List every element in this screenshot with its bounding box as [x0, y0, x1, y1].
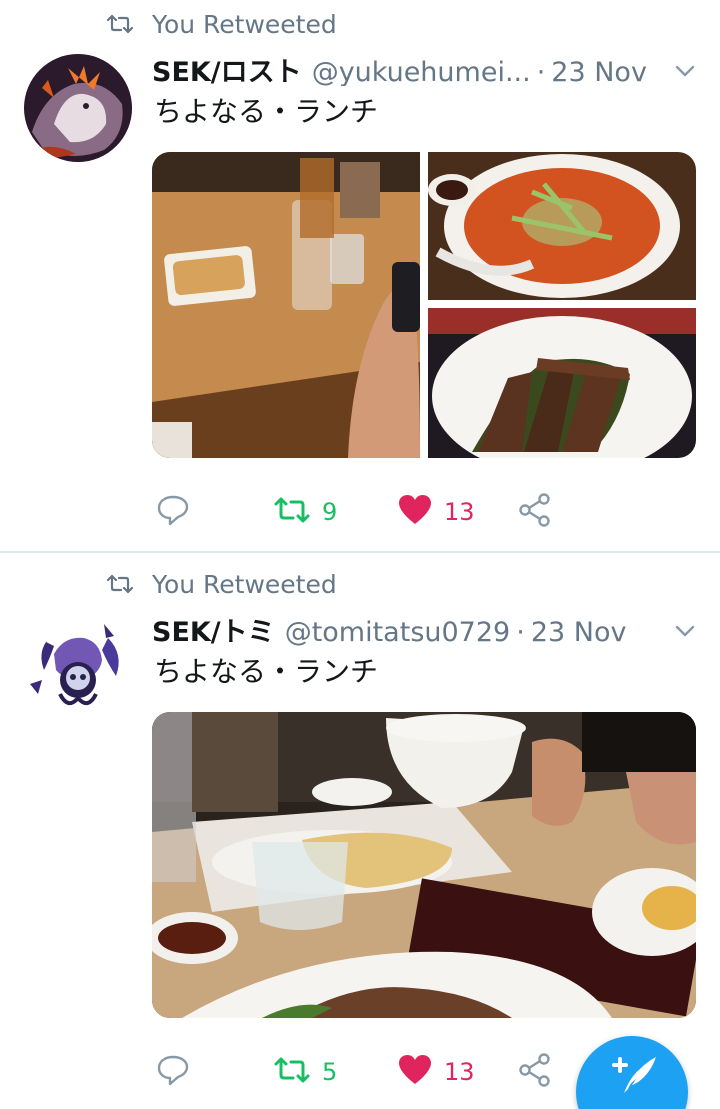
tweet[interactable]: You Retweeted SEK/トミ @tomitatsu0729 · 23…: [0, 553, 720, 1109]
tweet-text: ちよなる・ランチ: [154, 655, 379, 688]
share-icon: [518, 1053, 552, 1091]
like-button[interactable]: 13: [398, 1052, 475, 1092]
avatar[interactable]: [24, 614, 132, 722]
retweet-count: 9: [322, 498, 338, 526]
chevron-down-icon[interactable]: [672, 618, 698, 644]
tweet[interactable]: You Retweeted SEK/ロスト @yukuehumei... · 2…: [0, 0, 720, 552]
separator: ·: [516, 617, 525, 646]
display-name[interactable]: SEK/ロスト: [152, 50, 302, 86]
photo-grilled-ribs[interactable]: [428, 308, 696, 458]
chevron-down-icon[interactable]: [672, 58, 698, 84]
tweet-actions: 5 13: [152, 1052, 572, 1092]
retweet-button[interactable]: 5: [274, 1052, 337, 1092]
like-count: 13: [444, 1058, 475, 1086]
user-handle[interactable]: @yukuehumei...: [312, 57, 531, 86]
display-name[interactable]: SEK/トミ: [152, 610, 275, 646]
reply-icon: [156, 1053, 190, 1091]
share-button[interactable]: [518, 1052, 552, 1092]
share-button[interactable]: [518, 492, 552, 532]
retweet-label: You Retweeted: [152, 9, 337, 39]
reply-button[interactable]: [156, 492, 190, 532]
retweet-context: You Retweeted: [106, 569, 337, 599]
media-photo[interactable]: [152, 712, 696, 1018]
user-handle[interactable]: @tomitatsu0729: [285, 617, 511, 646]
reply-button[interactable]: [156, 1052, 190, 1092]
separator: ·: [536, 57, 546, 86]
tweet-date[interactable]: 23 Nov: [531, 617, 627, 646]
retweet-small-icon: [106, 13, 136, 35]
retweet-count: 5: [322, 1058, 338, 1086]
photo-gyoza[interactable]: [152, 152, 420, 458]
retweet-label: You Retweeted: [152, 569, 337, 599]
photo-noodle-soup[interactable]: [428, 152, 696, 300]
tweet-actions: 9 13: [152, 492, 572, 532]
media-grid: [152, 152, 696, 458]
retweet-context: You Retweeted: [106, 9, 337, 39]
retweet-icon: [274, 495, 310, 529]
like-button[interactable]: 13: [398, 492, 475, 532]
retweet-icon: [274, 1055, 310, 1089]
retweet-small-icon: [106, 573, 136, 595]
avatar[interactable]: [24, 54, 132, 162]
tweet-date[interactable]: 23 Nov: [551, 57, 647, 86]
retweet-button[interactable]: 9: [274, 492, 337, 532]
tweet-text: ちよなる・ランチ: [154, 95, 379, 128]
heart-icon: [398, 494, 432, 530]
like-count: 13: [444, 498, 475, 526]
reply-icon: [156, 493, 190, 531]
heart-icon: [398, 1054, 432, 1090]
compose-feather-icon: [606, 1051, 658, 1099]
share-icon: [518, 493, 552, 531]
